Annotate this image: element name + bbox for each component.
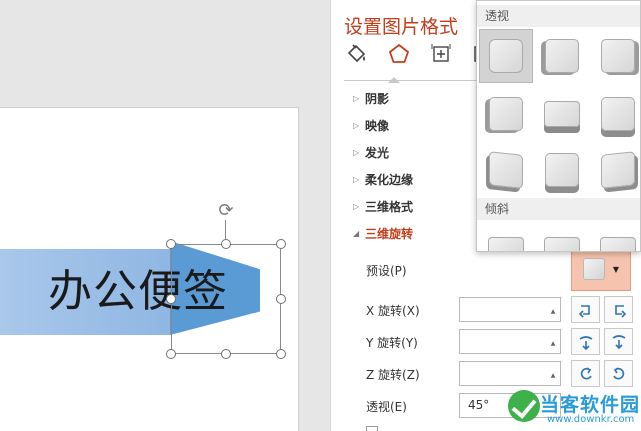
preset-perspective-above[interactable] [535, 87, 589, 141]
section-label: 发光 [365, 145, 390, 160]
gallery-group-oblique: 倾斜 [477, 198, 640, 220]
chevron-right-icon: ▷ [353, 147, 360, 157]
section-label: 阴影 [365, 91, 390, 106]
section-3d-format[interactable]: ▷ 三维格式 [353, 196, 413, 216]
resize-handle-e[interactable] [276, 294, 286, 304]
perspective-value: 45° [468, 398, 490, 412]
section-shadow[interactable]: ▷ 阴影 [353, 88, 389, 108]
watermark-url: www.downkr.com [547, 414, 635, 425]
preset-oblique-top-right[interactable] [535, 223, 589, 251]
spinner-arrows[interactable]: ▲▼ [548, 300, 558, 338]
preset-perspective-right[interactable] [591, 29, 640, 83]
paint-bucket-icon[interactable] [343, 40, 371, 68]
preset-perspective-below[interactable] [479, 87, 533, 141]
rotate-ccw-z-button[interactable] [571, 360, 600, 387]
y-rotation-input[interactable]: ▲▼ [459, 329, 561, 370]
preset-gallery-dropdown: 透视 倾斜 [476, 0, 641, 252]
rotate-left-x-button[interactable] [571, 296, 600, 323]
spinner-arrows[interactable]: ▲▼ [548, 364, 558, 402]
size-icon[interactable] [427, 40, 455, 68]
section-label: 映像 [365, 118, 390, 133]
section-label: 三维旋转 [365, 226, 414, 241]
watermark-logo-icon [508, 390, 540, 422]
preset-thumbnail [544, 101, 580, 127]
perspective-label: 透视(E) [366, 400, 407, 414]
preset-thumbnail [601, 39, 635, 73]
x-rotation-input[interactable]: ▲▼ [459, 297, 561, 338]
preset-oblique-bottom[interactable] [591, 223, 640, 251]
preset-thumbnail [489, 97, 523, 131]
keep-text-flat-checkbox[interactable] [366, 426, 378, 431]
preset-thumbnail [600, 237, 636, 251]
resize-handle-nw[interactable] [166, 239, 176, 249]
selection-box [171, 244, 281, 354]
preset-thumbnail [544, 237, 580, 251]
preset-thumbnail [601, 151, 635, 189]
y-rotation-label: Y 旋转(Y) [366, 336, 418, 350]
section-label: 三维格式 [365, 199, 414, 214]
spinner-arrows[interactable]: ▲▼ [548, 332, 558, 370]
preset-perspective-below-right[interactable] [591, 87, 640, 141]
watermark-text: 当客软件园 [540, 394, 641, 416]
x-rotation-label: X 旋转(X) [366, 304, 420, 318]
resize-handle-s[interactable] [221, 349, 231, 359]
resize-handle-ne[interactable] [276, 239, 286, 249]
preset-thumbnail [489, 151, 523, 189]
chevron-right-icon: ▷ [353, 120, 360, 130]
preset-label: 预设(P) [366, 264, 407, 278]
preset-perspective-front[interactable] [479, 29, 533, 83]
preset-dropdown-button[interactable]: ▼ [571, 247, 631, 291]
section-3d-rotation[interactable]: ◢ 三维旋转 [353, 223, 413, 243]
resize-handle-se[interactable] [276, 349, 286, 359]
pane-tabs [343, 40, 497, 70]
tabs-divider [344, 80, 481, 81]
rotate-right-x-button[interactable] [604, 296, 633, 323]
slide-editor-area: 办公便签 ⟳ [0, 0, 330, 431]
z-rotation-input[interactable]: ▲▼ [459, 361, 561, 402]
chevron-right-icon: ▷ [353, 174, 360, 184]
resize-handle-sw[interactable] [166, 349, 176, 359]
resize-handle-w[interactable] [166, 294, 176, 304]
caret-down-icon: ▼ [612, 264, 620, 274]
gallery-group-perspective: 透视 [477, 5, 640, 27]
rotate-up-y-button[interactable] [571, 328, 600, 355]
preset-oblique-top-left[interactable] [479, 223, 533, 251]
rotate-down-y-button[interactable] [604, 328, 633, 355]
preset-thumbnail [545, 39, 579, 73]
section-reflection[interactable]: ▷ 映像 [353, 115, 389, 135]
preset-swatch [582, 258, 605, 280]
preset-perspective-contrasting-left[interactable] [479, 143, 533, 197]
chevron-right-icon: ▷ [353, 93, 360, 103]
rotate-handle-icon[interactable]: ⟳ [215, 200, 237, 222]
preset-perspective-left[interactable] [535, 29, 589, 83]
resize-handle-n[interactable] [221, 239, 231, 249]
pentagon-icon[interactable] [385, 40, 413, 68]
z-rotation-label: Z 旋转(Z) [366, 368, 420, 382]
preset-perspective-contrasting-right[interactable] [591, 143, 640, 197]
chevron-down-icon: ◢ [353, 228, 360, 238]
pane-title: 设置图片格式 [344, 16, 459, 38]
preset-thumbnail [601, 97, 635, 131]
section-glow[interactable]: ▷ 发光 [353, 142, 389, 162]
section-label: 柔化边缘 [365, 172, 414, 187]
preset-thumbnail [488, 237, 524, 251]
active-tab-marker [388, 77, 400, 83]
section-soft-edges[interactable]: ▷ 柔化边缘 [353, 169, 413, 189]
preset-thumbnail [489, 39, 523, 73]
chevron-right-icon: ▷ [353, 201, 360, 211]
preset-thumbnail [545, 153, 579, 187]
rotate-cw-z-button[interactable] [604, 360, 633, 387]
site-watermark: 当客软件园 www.downkr.com [505, 388, 641, 431]
preset-perspective-relaxed[interactable] [535, 143, 589, 197]
